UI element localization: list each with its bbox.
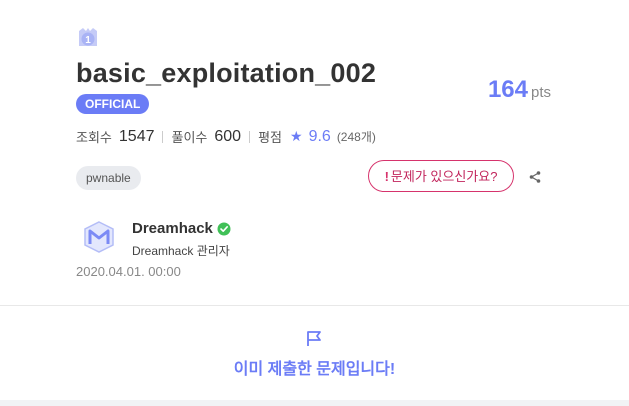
challenge-stats: 조회수 1547 풀이수 600 평점 ★ 9.6 (248개): [76, 127, 376, 146]
star-icon: ★: [290, 128, 303, 144]
views-count: 1547: [118, 127, 155, 145]
share-icon[interactable]: [528, 170, 542, 184]
points-unit: pts: [530, 84, 551, 101]
exclamation-icon: !: [384, 169, 389, 184]
bottom-section-edge: [0, 400, 629, 406]
rating-value: 9.6: [308, 127, 331, 145]
author-name[interactable]: Dreamhack: [132, 220, 231, 237]
solves-label: 풀이수: [171, 130, 208, 145]
section-divider: [0, 305, 629, 306]
challenge-title: basic_exploitation_002: [76, 58, 377, 88]
stats-divider: [162, 130, 164, 143]
verified-icon: [217, 222, 231, 235]
already-solved-message: 이미 제출한 문제입니다!: [233, 361, 396, 378]
solves-count: 600: [214, 127, 242, 145]
flag-icon: [305, 330, 323, 348]
points-value: 164: [487, 76, 528, 103]
level-1-icon: 1: [79, 28, 97, 46]
report-issue-label: 문제가 있으신가요?: [390, 169, 498, 184]
svg-text:1: 1: [85, 35, 91, 46]
dreamhack-logo[interactable]: [80, 218, 118, 256]
report-issue-button[interactable]: ! 문제가 있으신가요?: [368, 160, 514, 192]
points-display: 164 pts: [488, 76, 551, 104]
tag-pwnable[interactable]: pwnable: [76, 166, 141, 190]
views-label: 조회수: [76, 130, 112, 145]
rating-count: (248개): [336, 130, 376, 144]
author-name-text: Dreamhack: [132, 220, 213, 237]
author-role: Dreamhack 관리자: [132, 244, 230, 258]
official-badge: OFFICIAL: [76, 94, 150, 114]
stats-divider: [249, 130, 251, 143]
rating-label: 평점: [258, 130, 282, 145]
publish-date: 2020.04.01. 00:00: [76, 264, 181, 279]
level-badge: 1: [76, 26, 100, 50]
